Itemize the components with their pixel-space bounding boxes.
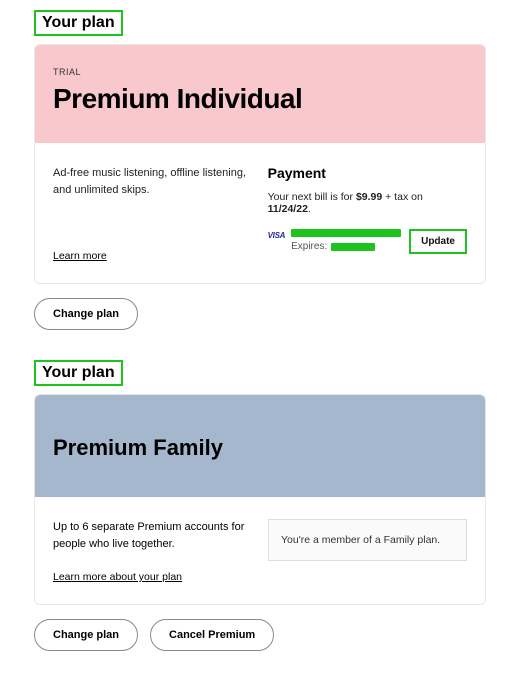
section-title-2: Your plan (34, 360, 123, 386)
plan-name-family: Premium Family (53, 435, 467, 461)
next-bill-line: Your next bill is for $9.99 + tax on 11/… (268, 191, 467, 215)
plan-header-family: Premium Family (35, 395, 485, 497)
learn-more-link[interactable]: Learn more (53, 249, 252, 265)
trial-badge: TRIAL (53, 67, 467, 77)
plan-description-family: Up to 6 separate Premium accounts for pe… (53, 519, 252, 552)
expires-label: Expires: (291, 241, 327, 252)
plan-name-individual: Premium Individual (53, 83, 467, 115)
change-plan-button-1[interactable]: Change plan (34, 298, 138, 330)
redacted-card-number (291, 229, 401, 237)
redacted-expiry (331, 243, 375, 251)
cancel-premium-button[interactable]: Cancel Premium (150, 619, 274, 651)
update-payment-button[interactable]: Update (409, 229, 467, 254)
plan-card-individual: TRIAL Premium Individual Ad-free music l… (34, 44, 486, 284)
plan-header-individual: TRIAL Premium Individual (35, 45, 485, 143)
change-plan-button-2[interactable]: Change plan (34, 619, 138, 651)
section-title-1: Your plan (34, 10, 123, 36)
plan-card-family: Premium Family Up to 6 separate Premium … (34, 394, 486, 605)
plan-description-individual: Ad-free music listening, offline listeni… (53, 165, 252, 198)
visa-icon: VISA (268, 231, 285, 240)
learn-more-family-link[interactable]: Learn more about your plan (53, 570, 182, 586)
family-member-notice: You're a member of a Family plan. (268, 519, 467, 561)
payment-title: Payment (268, 165, 467, 181)
